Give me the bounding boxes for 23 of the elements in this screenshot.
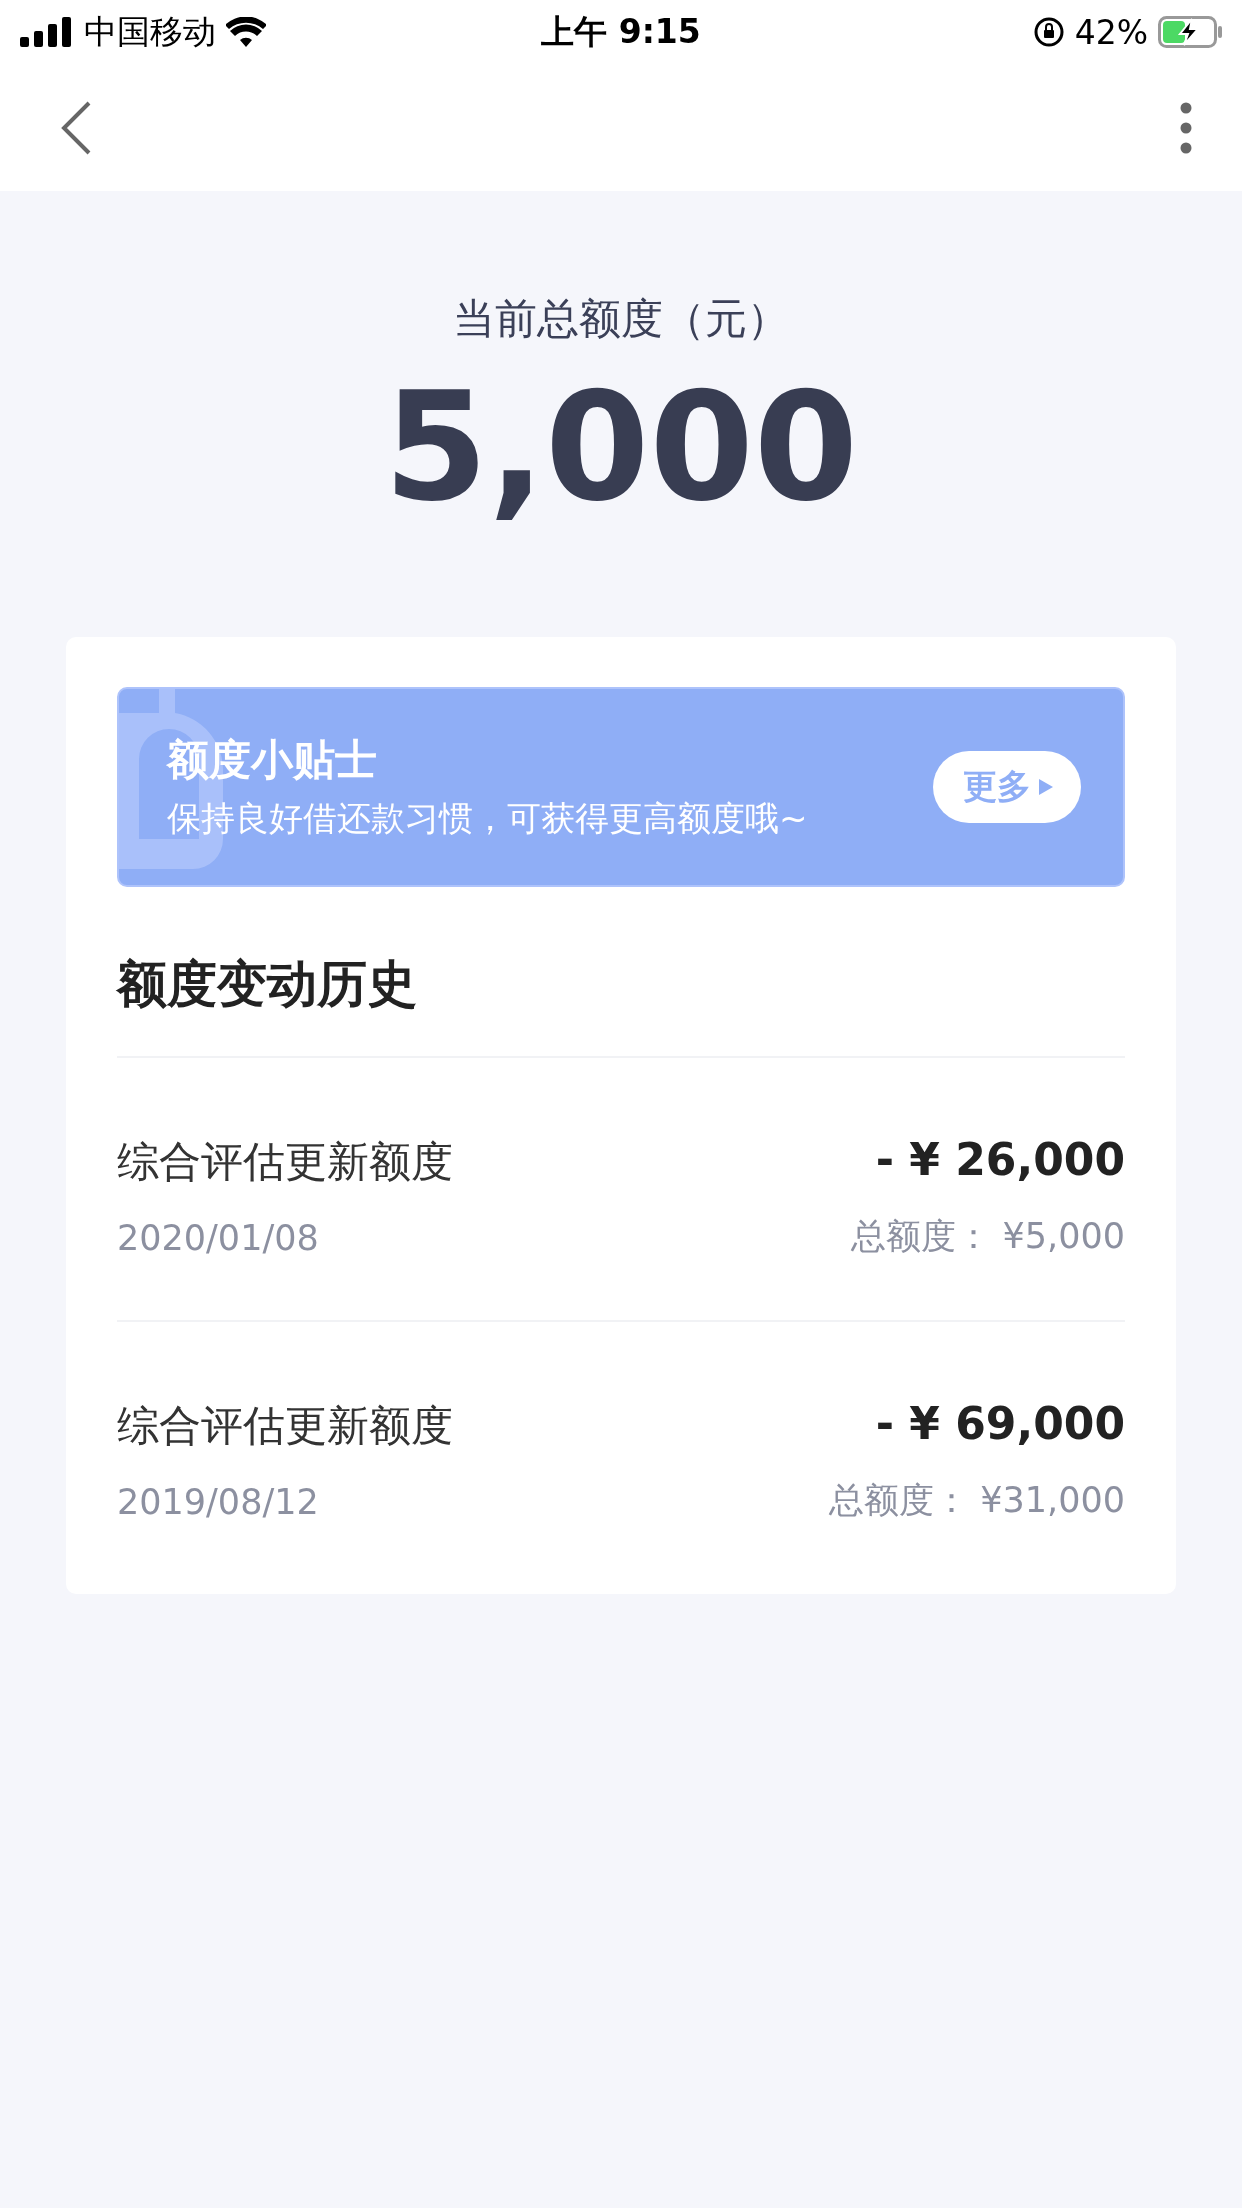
total-quota: 总额度： ¥5,000 (851, 1214, 1125, 1258)
rotation-lock-icon (1032, 16, 1065, 48)
change-amount: - ¥ 69,000 (875, 1397, 1125, 1449)
play-icon (1039, 778, 1053, 795)
change-amount: - ¥ 26,000 (875, 1133, 1125, 1185)
quota-label: 当前总额度（元） (453, 293, 789, 345)
record-title: 综合评估更新额度 (117, 1399, 453, 1452)
clock-time: 上午 9:15 (541, 10, 701, 53)
signal-icon (20, 17, 74, 47)
battery-percent: 42% (1074, 12, 1148, 52)
total-quota: 总额度： ¥31,000 (829, 1478, 1125, 1522)
tip-title: 额度小贴士 (167, 733, 378, 786)
record-title: 综合评估更新额度 (117, 1135, 453, 1188)
quota-amount: 5,000 (383, 369, 859, 527)
record-date: 2019/08/12 (117, 1481, 320, 1522)
history-title: 额度变动历史 (117, 886, 1125, 1058)
tip-text: 保持良好借还款习惯，可获得更高额度哦~ (167, 796, 808, 840)
more-button[interactable]: 更多 (933, 750, 1081, 823)
back-icon[interactable] (60, 99, 92, 156)
wifi-icon (226, 17, 266, 47)
more-icon[interactable] (1180, 101, 1192, 154)
record-date: 2020/01/08 (117, 1217, 320, 1258)
carrier-name: 中国移动 (84, 10, 216, 53)
